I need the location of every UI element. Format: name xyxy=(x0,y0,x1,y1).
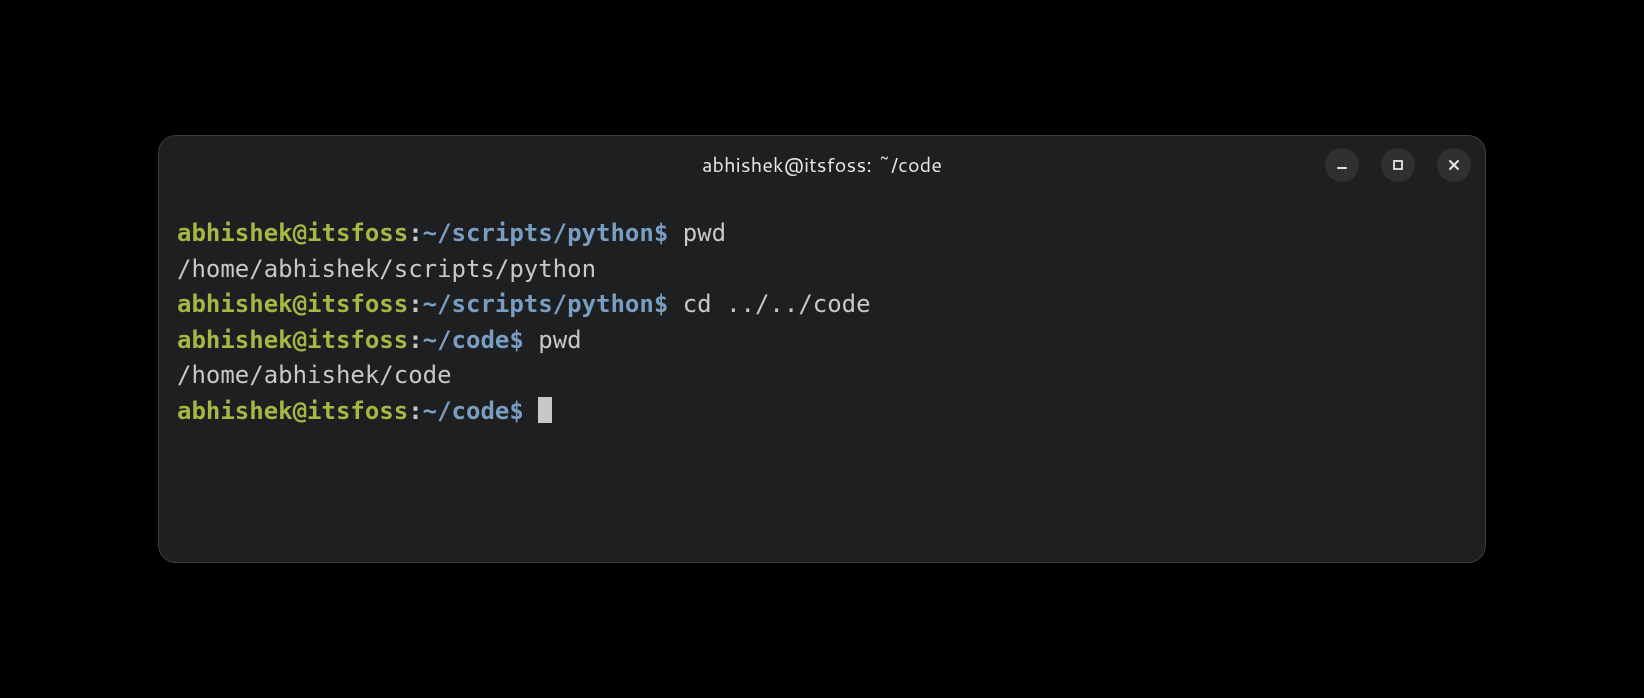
minimize-button[interactable] xyxy=(1325,148,1359,182)
prompt-userhost: abhishek@itsfoss xyxy=(177,290,408,318)
prompt-line-1: abhishek@itsfoss:~/scripts/python$ pwd xyxy=(177,219,726,247)
terminal-content[interactable]: abhishek@itsfoss:~/scripts/python$ pwd /… xyxy=(159,194,1485,562)
maximize-button[interactable] xyxy=(1381,148,1415,182)
new-tab-button[interactable] xyxy=(1213,148,1247,182)
maximize-icon xyxy=(1390,157,1406,173)
titlebar: abhishek@itsfoss: ~/code xyxy=(159,136,1485,194)
command-text: pwd xyxy=(683,219,726,247)
close-button[interactable] xyxy=(1437,148,1471,182)
prompt-symbol: $ xyxy=(654,219,668,247)
menu-button[interactable] xyxy=(1269,148,1303,182)
prompt-line-2: abhishek@itsfoss:~/scripts/python$ cd ..… xyxy=(177,290,871,318)
output-line: /home/abhishek/code xyxy=(177,361,452,389)
prompt-line-3: abhishek@itsfoss:~/code$ pwd xyxy=(177,326,582,354)
command-text: cd ../../code xyxy=(683,290,871,318)
cursor-block xyxy=(538,397,552,423)
prompt-line-4: abhishek@itsfoss:~/code$ xyxy=(177,397,552,425)
prompt-userhost: abhishek@itsfoss xyxy=(177,219,408,247)
command-text: pwd xyxy=(538,326,581,354)
prompt-path: ~/code xyxy=(423,326,510,354)
prompt-symbol: $ xyxy=(509,326,523,354)
prompt-path: ~/scripts/python xyxy=(423,219,654,247)
prompt-path: ~/scripts/python xyxy=(423,290,654,318)
close-icon xyxy=(1446,157,1462,173)
prompt-userhost: abhishek@itsfoss xyxy=(177,326,408,354)
minimize-icon xyxy=(1334,157,1350,173)
prompt-path: ~/code xyxy=(423,397,510,425)
plus-icon xyxy=(1220,155,1240,175)
prompt-symbol: $ xyxy=(654,290,668,318)
titlebar-controls xyxy=(1213,148,1471,182)
window-title: abhishek@itsfoss: ~/code xyxy=(702,151,942,179)
hamburger-icon xyxy=(1276,155,1296,175)
output-line: /home/abhishek/scripts/python xyxy=(177,255,596,283)
prompt-symbol: $ xyxy=(509,397,523,425)
prompt-userhost: abhishek@itsfoss xyxy=(177,397,408,425)
terminal-window: abhishek@itsfoss: ~/code abhishek@itsfos… xyxy=(158,135,1486,563)
